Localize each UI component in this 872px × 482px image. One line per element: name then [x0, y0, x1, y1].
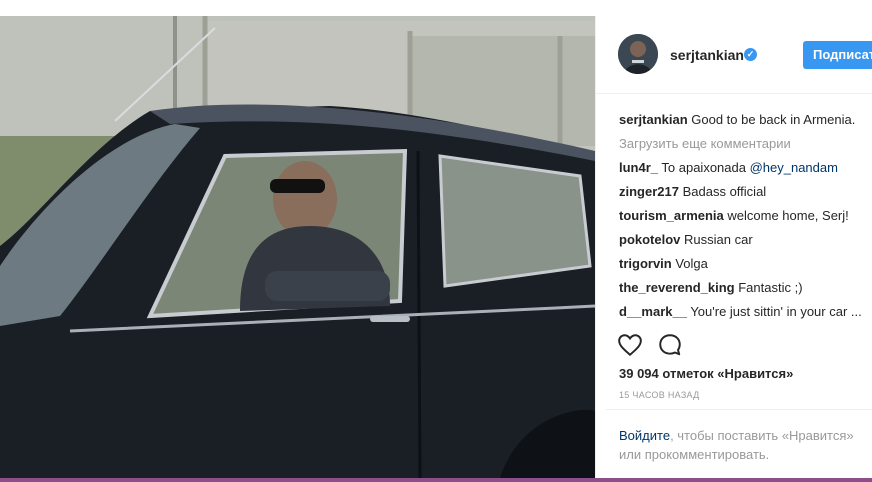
- comment-text: Badass official: [678, 184, 767, 199]
- comment-username[interactable]: pokotelov: [619, 232, 680, 247]
- comment-item: zinger217 Badass official: [619, 180, 872, 204]
- comment-icon[interactable]: [657, 332, 683, 358]
- comment-text: welcome home, Serj!: [723, 208, 849, 223]
- load-more-comments[interactable]: Загрузить еще комментарии: [619, 132, 872, 156]
- comment-item: pokotelov Russian car: [619, 228, 872, 252]
- comment-item: lun4r_ To apaixonada @hey_nandam: [619, 156, 872, 180]
- follow-button[interactable]: Подписаться: [803, 41, 872, 69]
- post-photo[interactable]: [0, 16, 595, 478]
- comment-username[interactable]: tourism_armenia: [619, 208, 724, 223]
- comment-item: trigorvin Volga: [619, 252, 872, 276]
- verified-badge-icon: ✓: [744, 48, 757, 61]
- avatar-image: [618, 34, 658, 74]
- top-strip: [0, 0, 872, 14]
- likes-count[interactable]: 39 094 отметок «Нравится»: [619, 366, 793, 381]
- comment-item: the_reverend_king Fantastic ;): [619, 276, 872, 300]
- comment-mention[interactable]: @hey_nandam: [750, 160, 838, 175]
- post-side-panel: serjtankian ✓ Подписаться serjtankian Go…: [595, 16, 872, 478]
- comment-username[interactable]: d__mark__: [619, 304, 687, 319]
- comment-text: Fantastic ;): [734, 280, 803, 295]
- comment-username[interactable]: zinger217: [619, 184, 679, 199]
- car-photo-illustration: [0, 16, 595, 478]
- comment-text: You're just sittin' in your car ...: [686, 304, 862, 319]
- comment-item: d__mark__ You're just sittin' in your ca…: [619, 300, 872, 324]
- comments-list: serjtankian Good to be back in Armenia. …: [619, 108, 872, 324]
- bottom-edge: [0, 478, 872, 482]
- post-timestamp[interactable]: 15 ЧАСОВ НАЗАД: [619, 390, 700, 400]
- comment-username[interactable]: trigorvin: [619, 256, 672, 271]
- login-link[interactable]: Войдите: [619, 428, 670, 443]
- comment-item: tourism_armenia welcome home, Serj!: [619, 204, 872, 228]
- comment-text: To apaixonada: [658, 160, 750, 175]
- heart-icon[interactable]: [617, 332, 643, 358]
- avatar[interactable]: [618, 34, 658, 74]
- divider: [606, 409, 872, 410]
- comment-text: Russian car: [680, 232, 753, 247]
- caption: serjtankian Good to be back in Armenia.: [619, 108, 872, 132]
- comment-text: Volga: [671, 256, 708, 271]
- comment-username[interactable]: lun4r_: [619, 160, 658, 175]
- caption-username[interactable]: serjtankian: [619, 112, 688, 127]
- login-prompt: Войдите, чтобы поставить «Нравится» или …: [619, 426, 869, 464]
- post-author-username[interactable]: serjtankian: [670, 47, 744, 63]
- caption-text: Good to be back in Armenia.: [687, 112, 856, 127]
- comment-username[interactable]: the_reverend_king: [619, 280, 735, 295]
- post-header: serjtankian ✓ Подписаться: [596, 16, 872, 94]
